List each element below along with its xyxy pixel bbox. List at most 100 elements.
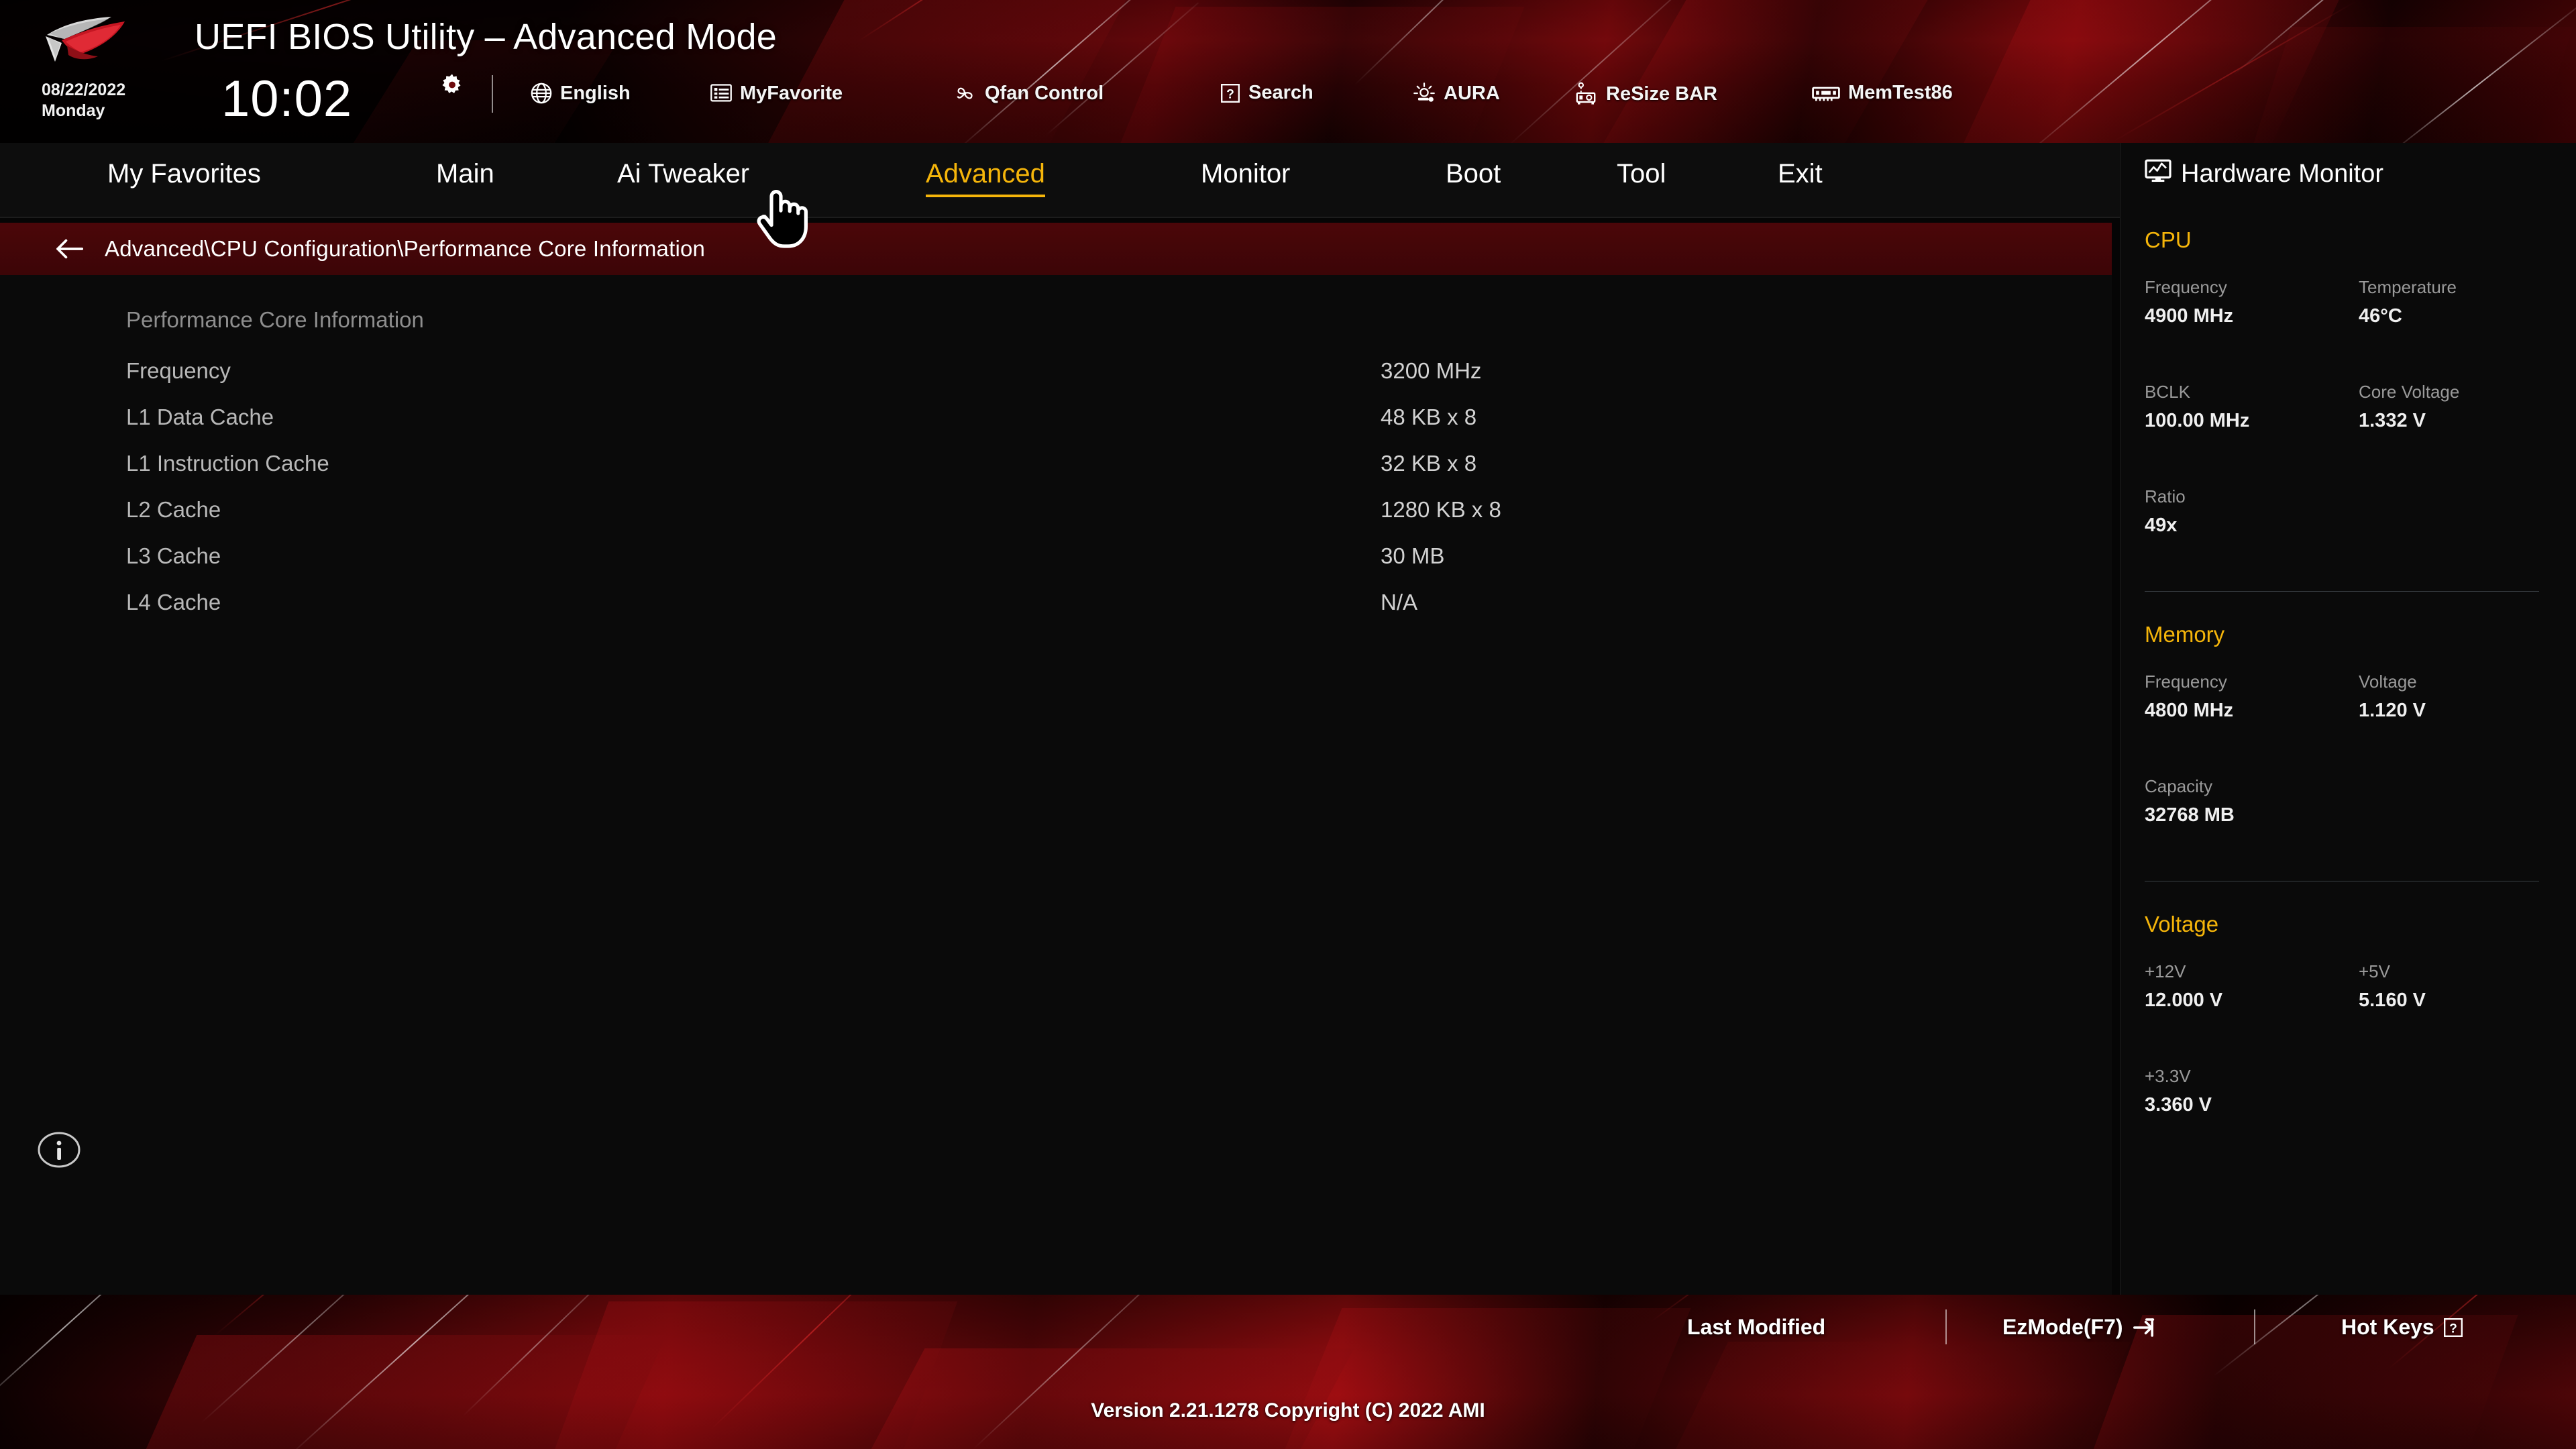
header-item-english[interactable]: English [530, 82, 631, 105]
hw-value: 32768 MB [2145, 804, 2235, 826]
gear-icon[interactable] [439, 72, 465, 98]
header-item-myfavorite[interactable]: MyFavorite [710, 82, 843, 105]
hw-key: +3.3V [2145, 1066, 2191, 1086]
hw-section-title-memory: Memory [2145, 622, 2225, 647]
row-label: L3 Cache [126, 543, 221, 568]
tab-monitor[interactable]: Monitor [1201, 159, 1290, 195]
header-item-resize-bar[interactable]: ReSize BAR [1573, 82, 1717, 106]
breadcrumb-path: Advanced\CPU Configuration\Performance C… [105, 236, 706, 261]
hw-value: 1.332 V [2359, 410, 2426, 431]
fan-icon [953, 82, 977, 105]
hw-value: 5.160 V [2359, 989, 2426, 1011]
tab-ai-tweaker[interactable]: Ai Tweaker [617, 159, 749, 195]
row-value: 3200 MHz [1381, 358, 1482, 383]
question-box-icon: ? [1220, 83, 1241, 104]
header-item-qfan-control[interactable]: Qfan Control [953, 82, 1104, 105]
content-row[interactable]: Frequency 3200 MHz [0, 345, 2112, 396]
header-divider [492, 75, 493, 113]
hand-pointer-cursor [753, 182, 810, 250]
hw-key: BCLK [2145, 382, 2190, 402]
row-label: Frequency [126, 358, 231, 383]
header-item-label: Search [1248, 82, 1313, 103]
tab-exit[interactable]: Exit [1778, 159, 1823, 195]
tab-main[interactable]: Main [436, 159, 494, 195]
header-item-search[interactable]: ? Search [1220, 82, 1313, 104]
content-row[interactable]: L1 Instruction Cache 32 KB x 8 [0, 437, 2112, 489]
row-label: L4 Cache [126, 589, 221, 614]
hw-value: 100.00 MHz [2145, 410, 2250, 431]
header-item-aura[interactable]: AURA [1412, 82, 1500, 105]
hw-section-divider [2145, 591, 2539, 592]
row-label: L2 Cache [126, 496, 221, 522]
date-display: 08/22/2022 Monday [42, 82, 125, 119]
row-label: L1 Data Cache [126, 404, 274, 429]
hw-section-title-cpu: CPU [2145, 227, 2192, 252]
version-text: Version 2.21.1278 Copyright (C) 2022 AMI [1091, 1399, 1485, 1421]
row-value: 30 MB [1381, 543, 1445, 568]
content-row[interactable]: L3 Cache 30 MB [0, 530, 2112, 582]
svg-text:?: ? [2449, 1322, 2457, 1336]
tab-advanced[interactable]: Advanced [926, 159, 1045, 197]
content-section-header: Performance Core Information [0, 294, 2112, 345]
info-icon[interactable] [37, 1128, 81, 1172]
hw-key: Frequency [2145, 672, 2227, 692]
hw-key: Ratio [2145, 486, 2186, 506]
content-row[interactable]: L1 Data Cache 48 KB x 8 [0, 391, 2112, 443]
clock-display: 10:02 [221, 70, 353, 127]
hw-key: Frequency [2145, 277, 2227, 297]
hw-value: 49x [2145, 515, 2178, 536]
hw-value: 1.120 V [2359, 700, 2426, 721]
hw-key: +12V [2145, 961, 2186, 981]
row-value: N/A [1381, 589, 1418, 614]
row-label: Performance Core Information [126, 307, 424, 332]
hw-key: Temperature [2359, 277, 2457, 297]
header-item-label: English [560, 82, 631, 104]
hw-value: 3.360 V [2145, 1094, 2212, 1116]
header-item-label: AURA [1444, 82, 1500, 104]
back-arrow-icon[interactable] [54, 237, 85, 260]
monitor-graph-icon [2145, 159, 2171, 189]
date-value: 08/22/2022 [42, 80, 126, 99]
tab-tool[interactable]: Tool [1617, 159, 1666, 195]
row-value: 32 KB x 8 [1381, 450, 1477, 476]
header-item-label: Qfan Control [985, 82, 1104, 104]
rog-logo-icon [42, 13, 136, 66]
hw-key: Voltage [2359, 672, 2417, 692]
header-item-label: ReSize BAR [1606, 83, 1717, 105]
header-banner: UEFI BIOS Utility – Advanced Mode 08/22/… [0, 0, 2576, 143]
aura-light-icon [1412, 82, 1436, 105]
hw-value: 4900 MHz [2145, 305, 2234, 327]
header-item-memtest86[interactable]: MemTest86 [1811, 82, 1953, 104]
footer-item-hot-keys[interactable]: Hot Keys? [2341, 1315, 2464, 1340]
resize-bar-icon [1573, 82, 1599, 106]
weekday-value: Monday [42, 101, 105, 120]
hardware-monitor-title-text: Hardware Monitor [2181, 160, 2383, 188]
ez-mode-icon [2131, 1316, 2155, 1340]
footer-item-last-modified[interactable]: Last Modified [1687, 1315, 1825, 1340]
breadcrumb: Advanced\CPU Configuration\Performance C… [0, 223, 2112, 275]
footer-item-label: Hot Keys [2341, 1315, 2434, 1339]
globe-icon [530, 82, 553, 105]
bios-screen: UEFI BIOS Utility – Advanced Mode 08/22/… [0, 0, 2576, 1449]
hw-key: Capacity [2145, 776, 2213, 796]
row-value: 48 KB x 8 [1381, 404, 1477, 429]
header-item-label: MyFavorite [740, 82, 843, 104]
content-row[interactable]: L2 Cache 1280 KB x 8 [0, 484, 2112, 535]
tab-boot[interactable]: Boot [1446, 159, 1501, 195]
footer-divider [2254, 1309, 2255, 1344]
footer-item-label: EzMode(F7) [2002, 1315, 2123, 1339]
footer-item-label: Last Modified [1687, 1315, 1826, 1339]
favorites-list-icon [710, 82, 733, 105]
footer-item-ezmode-f7-[interactable]: EzMode(F7) [2002, 1315, 2155, 1340]
hw-key: +5V [2359, 961, 2390, 981]
tab-my-favorites[interactable]: My Favorites [107, 159, 261, 195]
hw-key: Core Voltage [2359, 382, 2460, 402]
hw-value: 12.000 V [2145, 989, 2223, 1011]
footer-divider [1945, 1309, 1947, 1344]
svg-text:?: ? [1226, 87, 1234, 101]
memory-module-icon [1811, 83, 1841, 104]
hw-value: 46°C [2359, 305, 2402, 327]
hardware-monitor-panel: Hardware Monitor CPU Frequency 4900 MHz Tem… [2120, 143, 2576, 1295]
hardware-monitor-title: Hardware Monitor [2145, 159, 2383, 189]
content-row[interactable]: L4 Cache N/A [0, 576, 2112, 628]
